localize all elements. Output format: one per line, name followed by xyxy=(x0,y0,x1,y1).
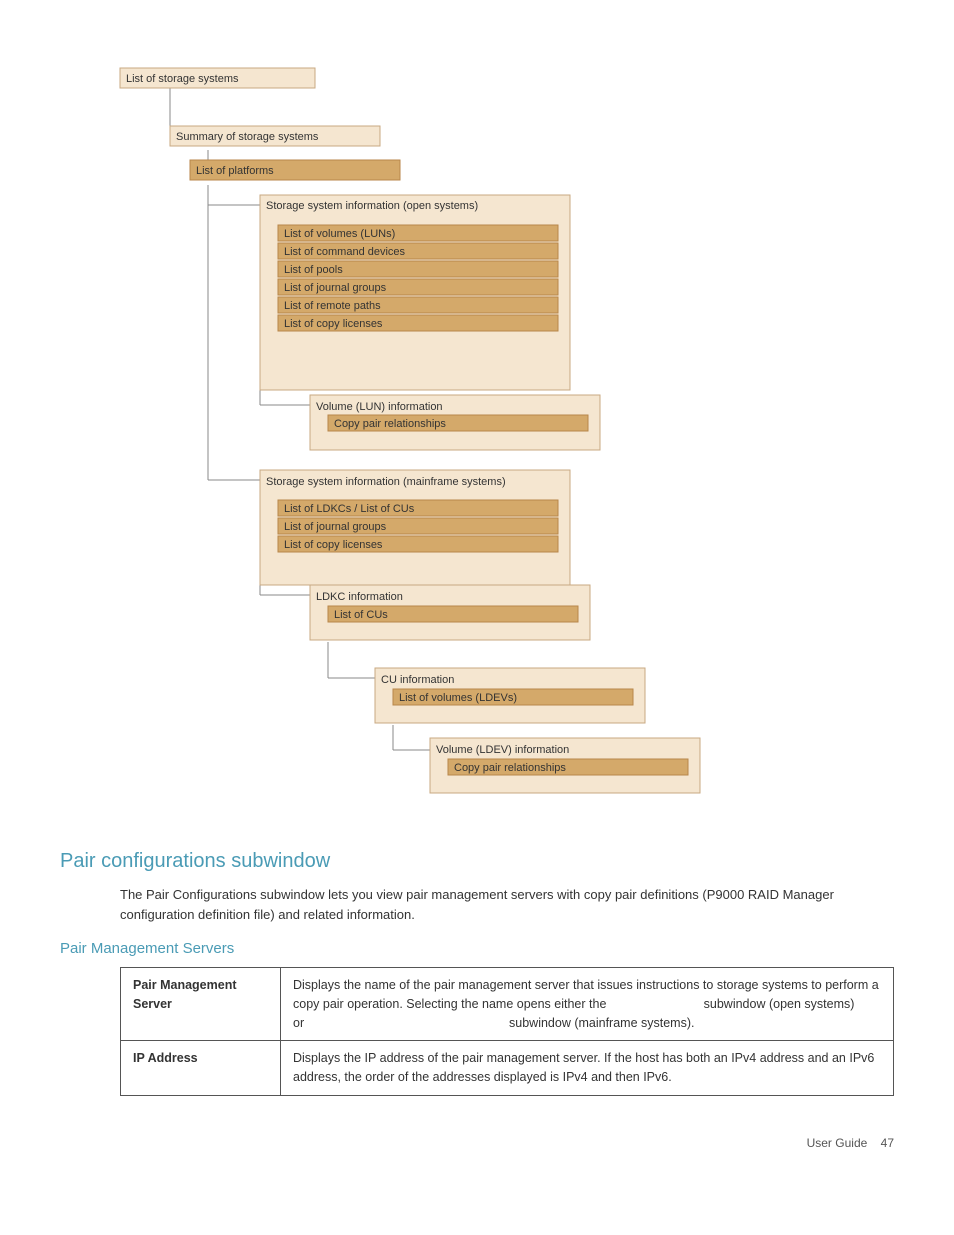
mainframe-group-title: Storage system information (mainframe sy… xyxy=(266,476,506,488)
tree-diagram: List of storage systems Summary of stora… xyxy=(60,30,760,830)
list-volumes-ldevs-text: List of volumes (LDEVs) xyxy=(399,692,517,704)
list-platforms-text: List of platforms xyxy=(196,165,274,177)
list-journal-groups-open-text: List of journal groups xyxy=(284,282,387,294)
list-cus-text: List of CUs xyxy=(334,609,388,621)
ip-address-label: IP Address xyxy=(121,1041,281,1096)
pair-mgmt-server-value: Displays the name of the pair management… xyxy=(281,968,894,1041)
pair-mgmt-table: Pair Management Server Displays the name… xyxy=(120,967,894,1096)
summary-storage-systems-text: Summary of storage systems xyxy=(176,131,319,143)
pair-mgmt-servers-heading: Pair Management Servers xyxy=(60,940,894,957)
volume-ldev-info-title: Volume (LDEV) information xyxy=(436,744,569,756)
pair-config-heading: Pair configurations subwindow xyxy=(60,850,894,873)
list-volumes-luns-text: List of volumes (LUNs) xyxy=(284,228,395,240)
page-footer: User Guide 47 xyxy=(60,1136,894,1150)
list-storage-systems-text: List of storage systems xyxy=(126,73,239,85)
copy-pair-open-text: Copy pair relationships xyxy=(334,418,446,430)
cu-info-title: CU information xyxy=(381,674,454,686)
list-pools-text: List of pools xyxy=(284,264,343,276)
ldkc-info-title: LDKC information xyxy=(316,591,403,603)
copy-pair-mf-text: Copy pair relationships xyxy=(454,762,566,774)
list-journal-groups-mf-text: List of journal groups xyxy=(284,521,387,533)
pair-mgmt-server-label: Pair Management Server xyxy=(121,968,281,1041)
list-command-devices-text: List of command devices xyxy=(284,246,406,258)
table-row: Pair Management Server Displays the name… xyxy=(121,968,894,1041)
table-row: IP Address Displays the IP address of th… xyxy=(121,1041,894,1096)
volume-lun-info-title: Volume (LUN) information xyxy=(316,401,443,413)
ip-address-value: Displays the IP address of the pair mana… xyxy=(281,1041,894,1096)
pair-config-description: The Pair Configurations subwindow lets y… xyxy=(120,885,894,924)
list-copy-licenses-mf-text: List of copy licenses xyxy=(284,539,383,551)
list-ldkcs-cus-text: List of LDKCs / List of CUs xyxy=(284,503,415,515)
page-number: 47 xyxy=(881,1136,894,1150)
list-copy-licenses-open-text: List of copy licenses xyxy=(284,318,383,330)
open-systems-group-title: Storage system information (open systems… xyxy=(266,200,478,212)
list-remote-paths-text: List of remote paths xyxy=(284,300,381,312)
footer-label: User Guide xyxy=(807,1136,868,1150)
